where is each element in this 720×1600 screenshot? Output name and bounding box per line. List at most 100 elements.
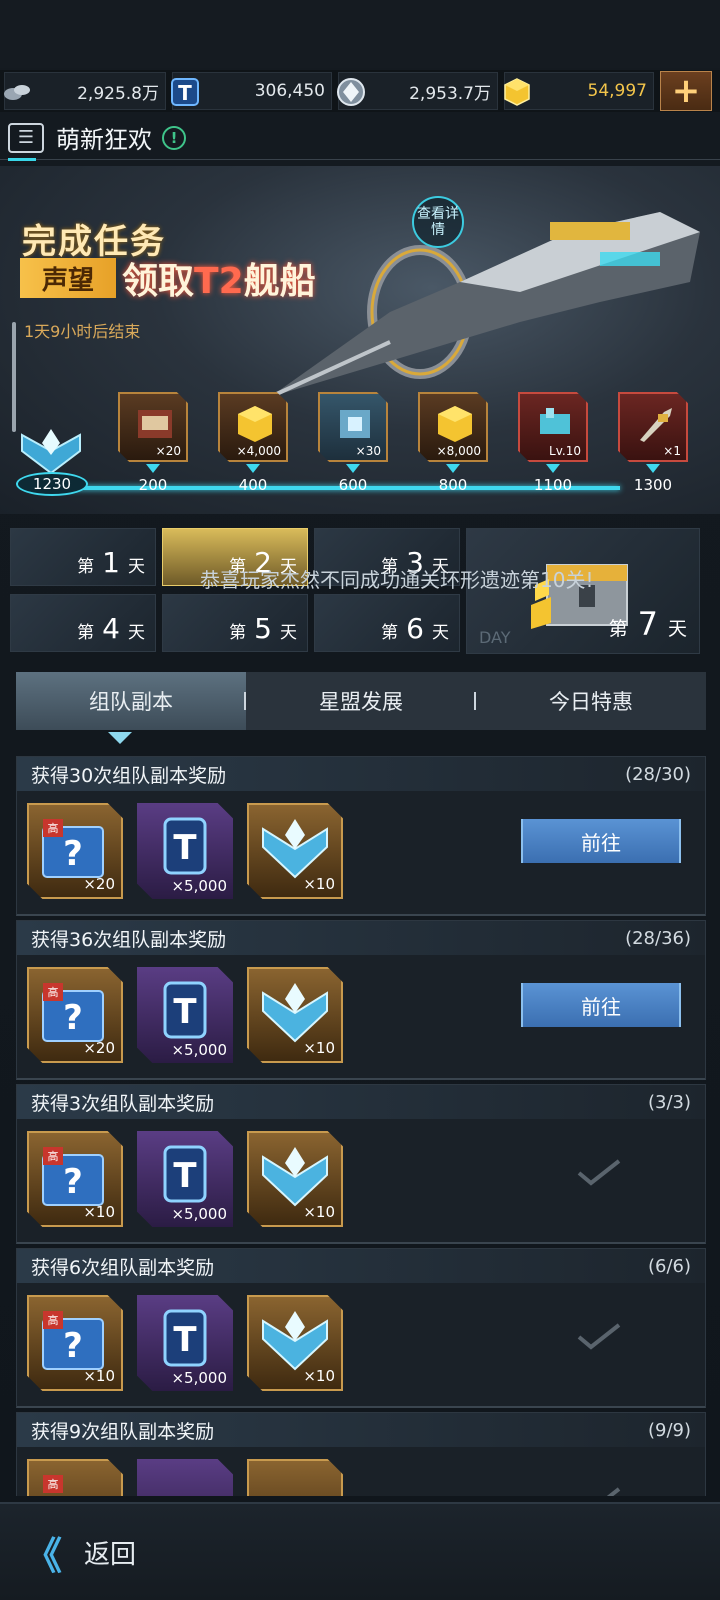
spaceship-illustration — [270, 212, 700, 399]
task-rewards: 高 — [27, 1459, 357, 1496]
reward-count: ×30 — [355, 444, 381, 458]
back-chevron-icon[interactable]: 《 — [24, 1525, 62, 1580]
task-rewards: 高? ×10 T ×5,000 ×10 — [27, 1131, 357, 1227]
task-list[interactable]: 获得30次组队副本奖励 (28/30) 高? ×20 T ×5,000 ×10 前往 … — [16, 756, 706, 1496]
reward-reputation[interactable]: ×10 — [247, 803, 343, 899]
module-icon — [540, 408, 570, 434]
status-bar-area — [0, 0, 720, 68]
tab-team-dungeon[interactable]: 组队副本 — [16, 672, 246, 730]
task-row: 获得3次组队副本奖励 (3/3) 高? ×10 T ×5,000 ×10 — [16, 1084, 706, 1244]
reward-count: ×20 — [83, 1039, 115, 1057]
day-4-tab[interactable]: 第4天 — [10, 594, 156, 652]
reward-count: ×10 — [83, 1203, 115, 1221]
tab-label: 今日特惠 — [549, 690, 633, 714]
view-details-button[interactable]: 查看详情 — [412, 196, 464, 248]
milestone-marker — [246, 464, 260, 473]
tab-alliance-growth[interactable]: 星盟发展 — [246, 672, 476, 730]
category-tabs: 组队副本 星盟发展 今日特惠 — [16, 672, 706, 730]
svg-text:T: T — [173, 992, 197, 1032]
task-header: 获得36次组队副本奖励 (28/36) — [17, 921, 705, 955]
reward-mystery-card[interactable]: 高? ×20 — [27, 803, 123, 899]
reward-t-coin[interactable]: T ×5,000 — [137, 1295, 233, 1391]
reward-count: ×1 — [663, 444, 681, 458]
reward-count: ×5,000 — [171, 1041, 227, 1059]
milestone-value: 800 — [438, 476, 468, 494]
reward-reputation[interactable]: ×10 — [247, 1295, 343, 1391]
milestone-marker — [146, 464, 160, 473]
add-currency-button[interactable]: + — [660, 71, 712, 111]
banner-headline-2: 领取T2舰船 — [122, 252, 316, 304]
task-name: 获得6次组队副本奖励 — [31, 1256, 215, 1279]
goto-button[interactable]: 前往 — [521, 983, 681, 1027]
day-6-tab[interactable]: 第6天 — [314, 594, 460, 652]
milestone-value: 400 — [238, 476, 268, 494]
task-progress: (28/30) — [625, 763, 691, 785]
banner-scroll-indicator — [12, 322, 16, 432]
milestone-reward-5[interactable]: Lv.10 — [518, 392, 588, 462]
milestone-marker — [346, 464, 360, 473]
milestone-reward-6[interactable]: ×1 — [618, 392, 688, 462]
reward-count: ×8,000 — [436, 444, 481, 458]
event-end-time: 1天9小时后结束 — [24, 322, 141, 341]
svg-text:?: ? — [63, 998, 83, 1038]
task-rewards: 高? ×20 T ×5,000 ×10 — [27, 967, 357, 1063]
resource-ore-value: 2,925.8万 — [77, 83, 159, 104]
goto-button[interactable]: 前往 — [521, 819, 681, 863]
task-rewards: 高? ×10 T ×5,000 ×10 — [27, 1295, 357, 1391]
task-name: 获得3次组队副本奖励 — [31, 1092, 215, 1115]
tab-daily-deals[interactable]: 今日特惠 — [476, 672, 706, 730]
rarity-high-badge: 高 — [43, 1475, 63, 1493]
day-1-tab[interactable]: 第1天 — [10, 528, 156, 586]
reward-reputation[interactable]: ×10 — [247, 967, 343, 1063]
page-root: 2,925.8万 T 306,450 2,953.7万 54,997 + ☰ 萌… — [0, 0, 720, 1600]
reward-count: ×10 — [303, 875, 335, 893]
broadcast-marquee: 恭喜玩家杰然不同成功通关环形遗迹第10关! — [200, 568, 594, 592]
task-header: 获得6次组队副本奖励 (6/6) — [17, 1249, 705, 1283]
reward-mystery-card[interactable]: 高? ×10 — [27, 1131, 123, 1227]
task-progress: (9/9) — [647, 1419, 691, 1441]
svg-text:?: ? — [63, 1162, 83, 1202]
event-menu-icon[interactable]: ☰ — [8, 122, 44, 153]
reward-level: Lv.10 — [549, 444, 581, 458]
banner-t2-label: T2 — [194, 261, 244, 302]
reward-count: ×4,000 — [236, 444, 281, 458]
gold-cube-icon — [504, 78, 530, 106]
resource-crystal: 2,953.7万 — [337, 72, 498, 110]
reward-reputation[interactable] — [247, 1459, 343, 1496]
milestone-reward-4[interactable]: ×8,000 — [418, 392, 488, 462]
reward-mystery-card[interactable]: 高 — [27, 1459, 123, 1496]
reward-t-coin[interactable]: T ×5,000 — [137, 803, 233, 899]
task-name: 获得30次组队副本奖励 — [31, 764, 227, 787]
svg-text:T: T — [173, 1156, 197, 1196]
check-icon — [577, 1323, 621, 1350]
bottom-bar: 《 返回 — [0, 1502, 720, 1600]
milestone-reward-3[interactable]: ×30 — [318, 392, 388, 462]
resource-crystal-value: 2,953.7万 — [409, 83, 491, 104]
tab-label: 组队副本 — [89, 690, 173, 714]
reward-t-coin[interactable]: T ×5,000 — [137, 967, 233, 1063]
milestone-marker — [646, 464, 660, 473]
reward-mystery-card[interactable]: 高? ×20 — [27, 967, 123, 1063]
check-icon — [606, 1487, 621, 1496]
reward-mystery-card[interactable]: 高? ×10 — [27, 1295, 123, 1391]
task-row: 获得30次组队副本奖励 (28/30) 高? ×20 T ×5,000 ×10 前往 — [16, 756, 706, 916]
title-bar: ☰ 萌新狂欢 ! — [0, 116, 720, 161]
milestone-reward-2[interactable]: ×4,000 — [218, 392, 288, 462]
reward-reputation[interactable]: ×10 — [247, 1131, 343, 1227]
reward-t-coin[interactable]: T ×5,000 — [137, 1131, 233, 1227]
task-progress: (28/36) — [625, 927, 691, 949]
reward-count: ×5,000 — [171, 1205, 227, 1223]
back-button[interactable]: 返回 — [84, 1534, 136, 1571]
reward-t-coin[interactable] — [137, 1459, 233, 1496]
day-label: 第4天 — [77, 612, 145, 645]
task-rewards: 高? ×20 T ×5,000 ×10 — [27, 803, 357, 899]
plus-icon: + — [671, 71, 701, 111]
ore-icon — [4, 85, 30, 100]
reward-count: ×10 — [83, 1367, 115, 1385]
milestone-reward-1[interactable]: ×20 — [118, 392, 188, 462]
resource-t-coin: T 306,450 — [171, 72, 332, 110]
info-icon[interactable]: ! — [162, 125, 186, 150]
svg-text:T: T — [173, 828, 197, 868]
milestone-value: 200 — [138, 476, 168, 494]
day-5-tab[interactable]: 第5天 — [162, 594, 308, 652]
